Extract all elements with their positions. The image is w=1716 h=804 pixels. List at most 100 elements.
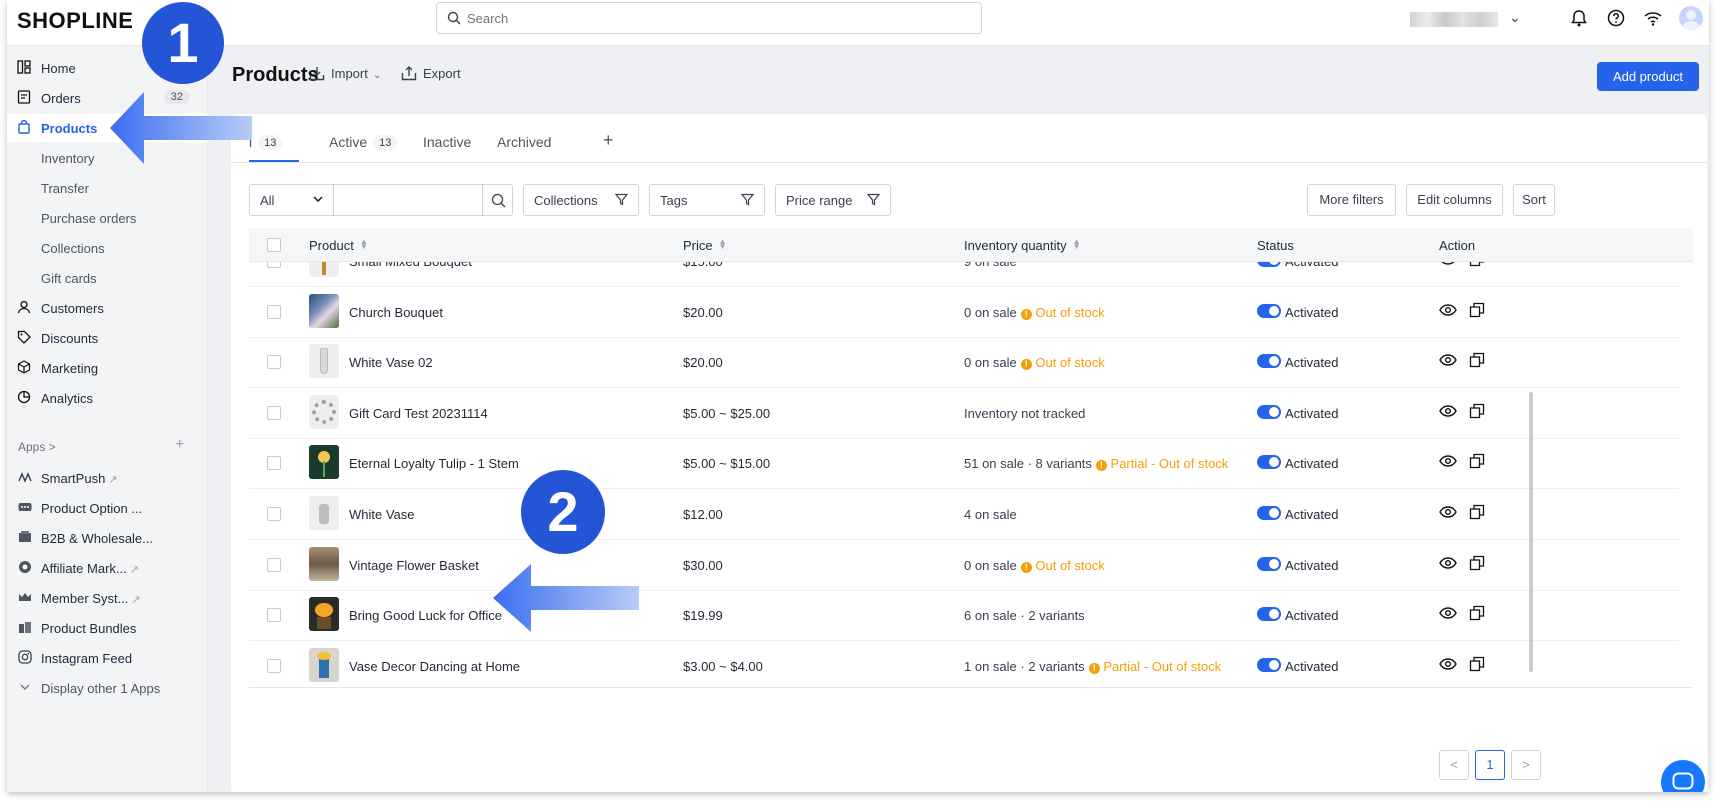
sidebar-item-analytics[interactable]: Analytics <box>7 384 208 412</box>
add-tab-button[interactable]: + <box>603 130 614 151</box>
table-row[interactable]: Vintage Flower Basket $30.00 0 on sale! Ou… <box>249 540 1679 591</box>
sidebar-item-discounts[interactable]: Discounts <box>7 324 208 352</box>
table-row[interactable]: White Vase $12.00 4 on sale Activated <box>249 489 1679 540</box>
product-thumbnail[interactable] <box>309 647 339 682</box>
bell-icon[interactable] <box>1571 9 1587 27</box>
product-name[interactable]: Gift Card Test 20231114 <box>349 406 488 421</box>
sidebar-item-purchase-orders[interactable]: Purchase orders <box>7 204 208 232</box>
view-eye-icon[interactable] <box>1439 404 1457 418</box>
status-toggle[interactable] <box>1257 607 1281 622</box>
view-eye-icon[interactable] <box>1439 505 1457 519</box>
app-product-bundles[interactable]: Product Bundles <box>7 614 208 642</box>
row-checkbox[interactable] <box>267 456 281 471</box>
duplicate-icon[interactable] <box>1469 504 1485 520</box>
sidebar-item-transfer[interactable]: Transfer <box>7 174 208 202</box>
app-smartpush[interactable]: SmartPush ↗ <box>7 464 208 492</box>
filter-search-button[interactable] <box>482 184 513 216</box>
table-row[interactable]: Small Mixed Bouquet $15.00 9 on sale Activa… <box>249 262 1679 287</box>
scope-select[interactable]: All <box>249 184 333 216</box>
view-eye-icon[interactable] <box>1439 556 1457 570</box>
export-button[interactable]: Export <box>401 66 461 81</box>
duplicate-icon[interactable] <box>1469 302 1485 318</box>
status-toggle[interactable] <box>1257 354 1281 369</box>
status-toggle[interactable] <box>1257 303 1281 318</box>
product-name[interactable]: Eternal Loyalty Tulip - 1 Stem <box>349 456 519 471</box>
tab-inactive[interactable]: Inactive <box>423 134 471 150</box>
row-checkbox[interactable] <box>267 355 281 370</box>
app-b2b-wholesale[interactable]: B2B & Wholesale... <box>7 524 208 552</box>
row-checkbox[interactable] <box>267 405 281 420</box>
product-name[interactable]: Small Mixed Bouquet <box>349 262 472 269</box>
product-name[interactable]: Church Bouquet <box>349 305 443 320</box>
product-thumbnail[interactable] <box>309 597 339 632</box>
import-button[interactable]: Import ⌄ <box>309 66 381 81</box>
column-header-price[interactable]: Price ▲ ▼ <box>683 238 727 254</box>
sidebar-item-customers[interactable]: Customers <box>7 294 208 322</box>
table-row[interactable]: Church Bouquet $20.00 0 on sale! Out of st… <box>249 287 1679 338</box>
duplicate-icon[interactable] <box>1469 605 1485 621</box>
product-thumbnail[interactable] <box>309 344 339 379</box>
avatar[interactable] <box>1679 6 1703 30</box>
view-eye-icon[interactable] <box>1439 353 1457 367</box>
duplicate-icon[interactable] <box>1469 453 1485 469</box>
global-search[interactable] <box>436 2 982 34</box>
view-eye-icon[interactable] <box>1439 262 1457 266</box>
prev-page-button[interactable]: < <box>1439 750 1469 780</box>
app-member-system[interactable]: Member Syst... ↗ <box>7 584 208 612</box>
table-row[interactable]: Gift Card Test 20231114 $5.00 ~ $25.00 Inv… <box>249 388 1679 439</box>
tab-active[interactable]: Active 13 <box>329 134 398 151</box>
product-name[interactable]: White Vase 02 <box>349 355 433 370</box>
more-filters-button[interactable]: More filters <box>1307 184 1396 216</box>
view-eye-icon[interactable] <box>1439 303 1457 317</box>
duplicate-icon[interactable] <box>1469 352 1485 368</box>
select-all-checkbox[interactable] <box>267 238 281 252</box>
row-checkbox[interactable] <box>267 658 281 673</box>
sidebar-item-collections[interactable]: Collections <box>7 234 208 262</box>
duplicate-icon[interactable] <box>1469 555 1485 571</box>
store-name-blurred[interactable] <box>1410 12 1498 27</box>
wifi-icon[interactable] <box>1643 9 1663 27</box>
store-chevron-down-icon[interactable]: ⌄ <box>1509 9 1521 26</box>
tab-archived[interactable]: Archived <box>497 134 551 150</box>
table-row[interactable]: White Vase 02 $20.00 0 on sale! Out of sto… <box>249 337 1679 389</box>
collections-filter[interactable]: Collections <box>523 184 639 216</box>
product-name[interactable]: Vase Decor Dancing at Home <box>349 659 520 674</box>
table-row[interactable]: Eternal Loyalty Tulip - 1 Stem $5.00 ~ $1… <box>249 438 1679 490</box>
status-toggle[interactable] <box>1257 262 1281 267</box>
price-range-filter[interactable]: Price range <box>775 184 891 216</box>
apps-header[interactable]: Apps > <box>18 440 56 454</box>
edit-columns-button[interactable]: Edit columns <box>1406 184 1503 216</box>
next-page-button[interactable]: > <box>1511 750 1541 780</box>
column-header-product[interactable]: Product ▲ ▼ <box>309 238 368 254</box>
tags-filter[interactable]: Tags <box>649 184 765 216</box>
column-header-inventory[interactable]: Inventory quantity ▲ ▼ <box>964 238 1081 254</box>
product-name[interactable]: White Vase <box>349 507 415 522</box>
sidebar-item-gift-cards[interactable]: Gift cards <box>7 264 208 292</box>
product-thumbnail[interactable] <box>309 546 339 581</box>
app-affiliate-marketing[interactable]: Affiliate Mark... ↗ <box>7 554 208 582</box>
status-toggle[interactable] <box>1257 404 1281 419</box>
app-product-option[interactable]: Product Option ... <box>7 494 208 522</box>
product-name[interactable]: Bring Good Luck for Office <box>349 608 502 623</box>
add-app-plus-icon[interactable]: + <box>175 436 184 454</box>
product-thumbnail[interactable] <box>309 394 339 429</box>
shopline-logo[interactable]: SHOPLINE <box>17 8 133 34</box>
duplicate-icon[interactable] <box>1469 656 1485 672</box>
row-checkbox[interactable] <box>267 608 281 623</box>
status-toggle[interactable] <box>1257 506 1281 520</box>
row-checkbox[interactable] <box>267 557 281 572</box>
app-instagram-feed[interactable]: Instagram Feed <box>7 644 208 672</box>
page-1-button[interactable]: 1 <box>1475 750 1505 780</box>
view-eye-icon[interactable] <box>1439 657 1457 671</box>
duplicate-icon[interactable] <box>1469 403 1485 419</box>
view-eye-icon[interactable] <box>1439 606 1457 620</box>
table-row[interactable]: Bring Good Luck for Office $19.99 6 on sal… <box>249 590 1679 642</box>
tab-all[interactable]: l 13 <box>249 134 283 151</box>
sidebar-item-marketing[interactable]: Marketing <box>7 354 208 382</box>
sort-button[interactable]: Sort <box>1513 184 1555 216</box>
product-thumbnail[interactable] <box>309 445 339 480</box>
table-scrollbar[interactable] <box>1529 392 1533 672</box>
product-thumbnail[interactable] <box>309 262 339 277</box>
status-toggle[interactable] <box>1257 556 1281 571</box>
row-checkbox[interactable] <box>267 262 281 268</box>
